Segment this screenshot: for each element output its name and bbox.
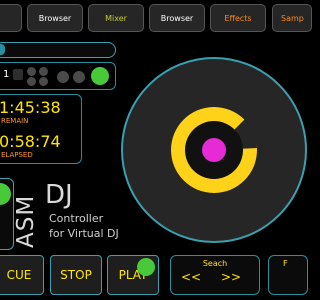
search-back-button[interactable]: <<: [181, 270, 201, 284]
pitch-slider-handle[interactable]: [0, 44, 5, 55]
volume-fader-knob[interactable]: [0, 183, 11, 205]
deck-indicator-5[interactable]: [57, 71, 69, 83]
right-panel-label: F: [283, 259, 288, 268]
elapsed-time: 0:58:74: [0, 132, 61, 151]
deck-indicator-2[interactable]: [39, 67, 48, 76]
deck-sync-button[interactable]: [91, 67, 109, 85]
deck-indicator-3[interactable]: [27, 77, 36, 86]
time-display: 1:45:38 REMAIN 0:58:74 ELAPSED: [0, 94, 82, 164]
tab-partial[interactable]: [0, 4, 22, 32]
cue-button[interactable]: CUE: [0, 255, 44, 295]
brand-title: DJ: [45, 180, 73, 210]
play-indicator: [137, 258, 155, 276]
remain-label: REMAIN: [1, 117, 29, 125]
jog-wheel-cue-marker: [202, 138, 226, 162]
search-label: Seach: [202, 259, 228, 268]
brand-subtitle-2: for Virtual DJ: [49, 227, 119, 240]
jog-wheel[interactable]: [110, 48, 310, 252]
search-forward-button[interactable]: >>: [221, 270, 241, 284]
deck-number: 1: [3, 69, 10, 80]
deck-indicator-6[interactable]: [73, 71, 85, 83]
tab-effects[interactable]: Effects: [210, 4, 266, 32]
volume-fader[interactable]: [0, 178, 14, 250]
search-panel: Seach << >>: [170, 255, 260, 295]
tab-browser-right[interactable]: Browser: [149, 4, 205, 32]
tab-mixer[interactable]: Mixer: [88, 4, 144, 32]
stop-button[interactable]: STOP: [50, 255, 102, 295]
elapsed-label: ELAPSED: [1, 151, 33, 159]
right-panel: F: [268, 255, 308, 295]
tab-sampler[interactable]: Samp: [272, 4, 312, 32]
deck-indicator-1[interactable]: [27, 67, 36, 76]
brand-vertical: ASM: [13, 194, 39, 248]
deck-header: 1: [0, 62, 116, 90]
remain-time: 1:45:38: [0, 98, 61, 117]
brand-subtitle-1: Controller: [49, 212, 104, 225]
tab-browser-left[interactable]: Browser: [27, 4, 83, 32]
pitch-slider[interactable]: [0, 42, 116, 58]
deck-button-1[interactable]: [13, 69, 23, 80]
deck-indicator-4[interactable]: [39, 77, 48, 86]
